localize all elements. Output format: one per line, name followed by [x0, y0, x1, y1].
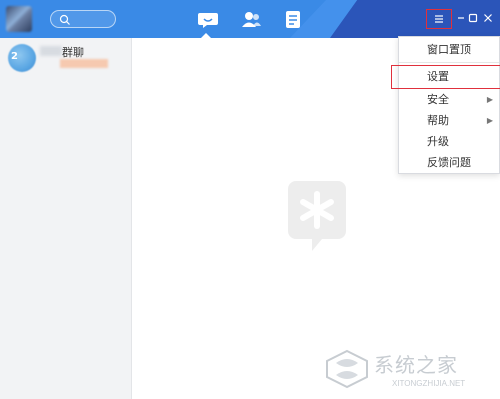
menu-divider	[399, 62, 499, 63]
menu-item-label: 帮助	[427, 114, 449, 127]
chat-preview-blurred	[60, 59, 108, 68]
chat-title: 群聊	[62, 46, 84, 59]
menu-item-pin-window[interactable]: 窗口置顶	[399, 39, 499, 61]
chat-avatar-badge: 2	[11, 51, 18, 62]
menu-item-label: 设置	[427, 70, 449, 83]
menu-item-settings[interactable]: 设置	[391, 65, 500, 89]
close-button[interactable]	[480, 10, 496, 26]
menu-icon	[435, 15, 443, 23]
menu-item-label: 升级	[427, 135, 449, 148]
document-icon[interactable]	[282, 8, 304, 30]
watermark-logo-icon	[326, 349, 368, 389]
minimize-icon	[458, 17, 464, 19]
chat-name-blurred	[40, 46, 62, 56]
search-icon	[59, 14, 70, 25]
main-menu-dropdown: 窗口置顶 设置 安全 ▶ 帮助 ▶ 升级 反馈问题	[391, 36, 500, 174]
watermark: 系统之家 XITONGZHIJIA.NET	[322, 345, 497, 397]
submenu-arrow-icon: ▶	[486, 116, 493, 125]
maximize-icon	[468, 13, 478, 23]
chat-list-item[interactable]: 2 群聊	[0, 38, 132, 74]
chat-bubble-icon[interactable]	[197, 8, 219, 30]
menu-item-label: 安全	[427, 93, 449, 106]
menu-item-help[interactable]: 帮助 ▶	[399, 110, 499, 132]
menu-item-label: 窗口置顶	[427, 43, 471, 56]
menu-item-feedback[interactable]: 反馈问题	[399, 152, 499, 174]
close-icon	[484, 14, 492, 22]
menu-item-label: 反馈问题	[427, 156, 471, 169]
watermark-url: XITONGZHIJIA.NET	[392, 379, 466, 388]
maximize-button[interactable]	[465, 10, 481, 26]
menu-item-upgrade[interactable]: 升级	[399, 131, 499, 153]
chat-list-sidebar: 2 群聊	[0, 38, 132, 399]
main-menu-button[interactable]	[426, 9, 452, 29]
contacts-icon[interactable]	[240, 8, 262, 30]
title-bar	[0, 0, 500, 38]
app-logo-placeholder-icon	[288, 181, 346, 251]
watermark-text: 系统之家	[374, 353, 458, 377]
user-avatar[interactable]	[6, 6, 32, 32]
search-box[interactable]	[50, 10, 116, 28]
menu-item-security[interactable]: 安全 ▶	[399, 89, 499, 111]
submenu-arrow-icon: ▶	[486, 95, 493, 104]
